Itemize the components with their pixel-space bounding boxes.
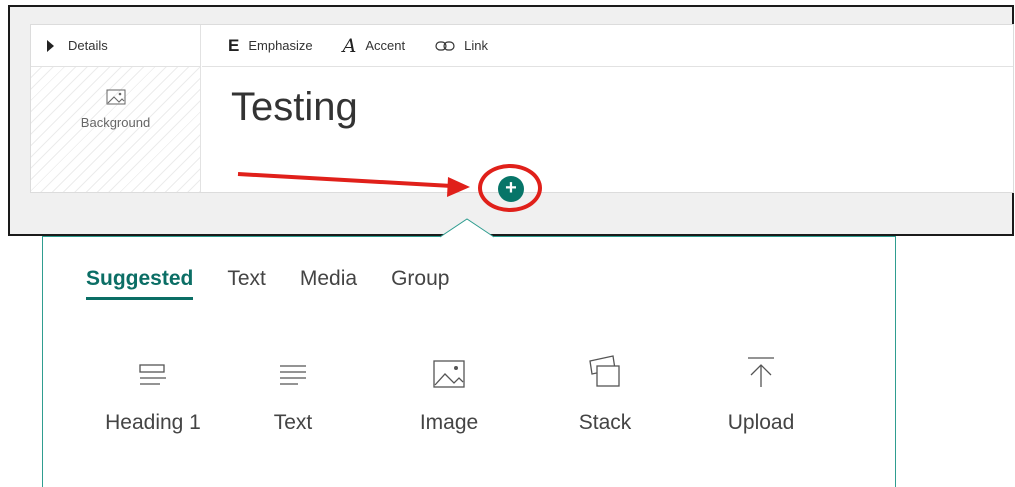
insert-image-label: Image: [419, 411, 479, 434]
insert-panel: Suggested Text Media Group Heading 1 Tex…: [42, 236, 896, 487]
heading-icon: [139, 364, 166, 385]
text-icon: [280, 365, 306, 385]
insert-heading-1[interactable]: Heading 1: [91, 349, 215, 435]
stack-icon: [589, 355, 620, 387]
insert-heading-1-label: Heading 1: [105, 411, 201, 434]
panel-pointer: [440, 218, 495, 238]
insert-text-label: Text: [273, 411, 313, 434]
insert-image[interactable]: Image: [371, 349, 527, 435]
insert-text[interactable]: Text: [215, 349, 371, 435]
upload-icon: [748, 357, 774, 387]
insert-upload-label: Upload: [727, 411, 795, 434]
tab-text[interactable]: Text: [227, 267, 266, 300]
tab-group[interactable]: Group: [391, 267, 449, 300]
insert-upload[interactable]: Upload: [683, 349, 839, 435]
insert-stack-label: Stack: [578, 411, 632, 434]
add-section-button[interactable]: +: [498, 176, 524, 202]
insert-stack[interactable]: Stack: [527, 349, 683, 435]
insert-items: Heading 1 Text Image Stack Upload: [91, 349, 839, 435]
image-icon: [433, 360, 465, 388]
tab-media[interactable]: Media: [300, 267, 357, 300]
insert-tabs: Suggested Text Media Group: [86, 267, 449, 300]
tab-suggested[interactable]: Suggested: [86, 267, 194, 300]
